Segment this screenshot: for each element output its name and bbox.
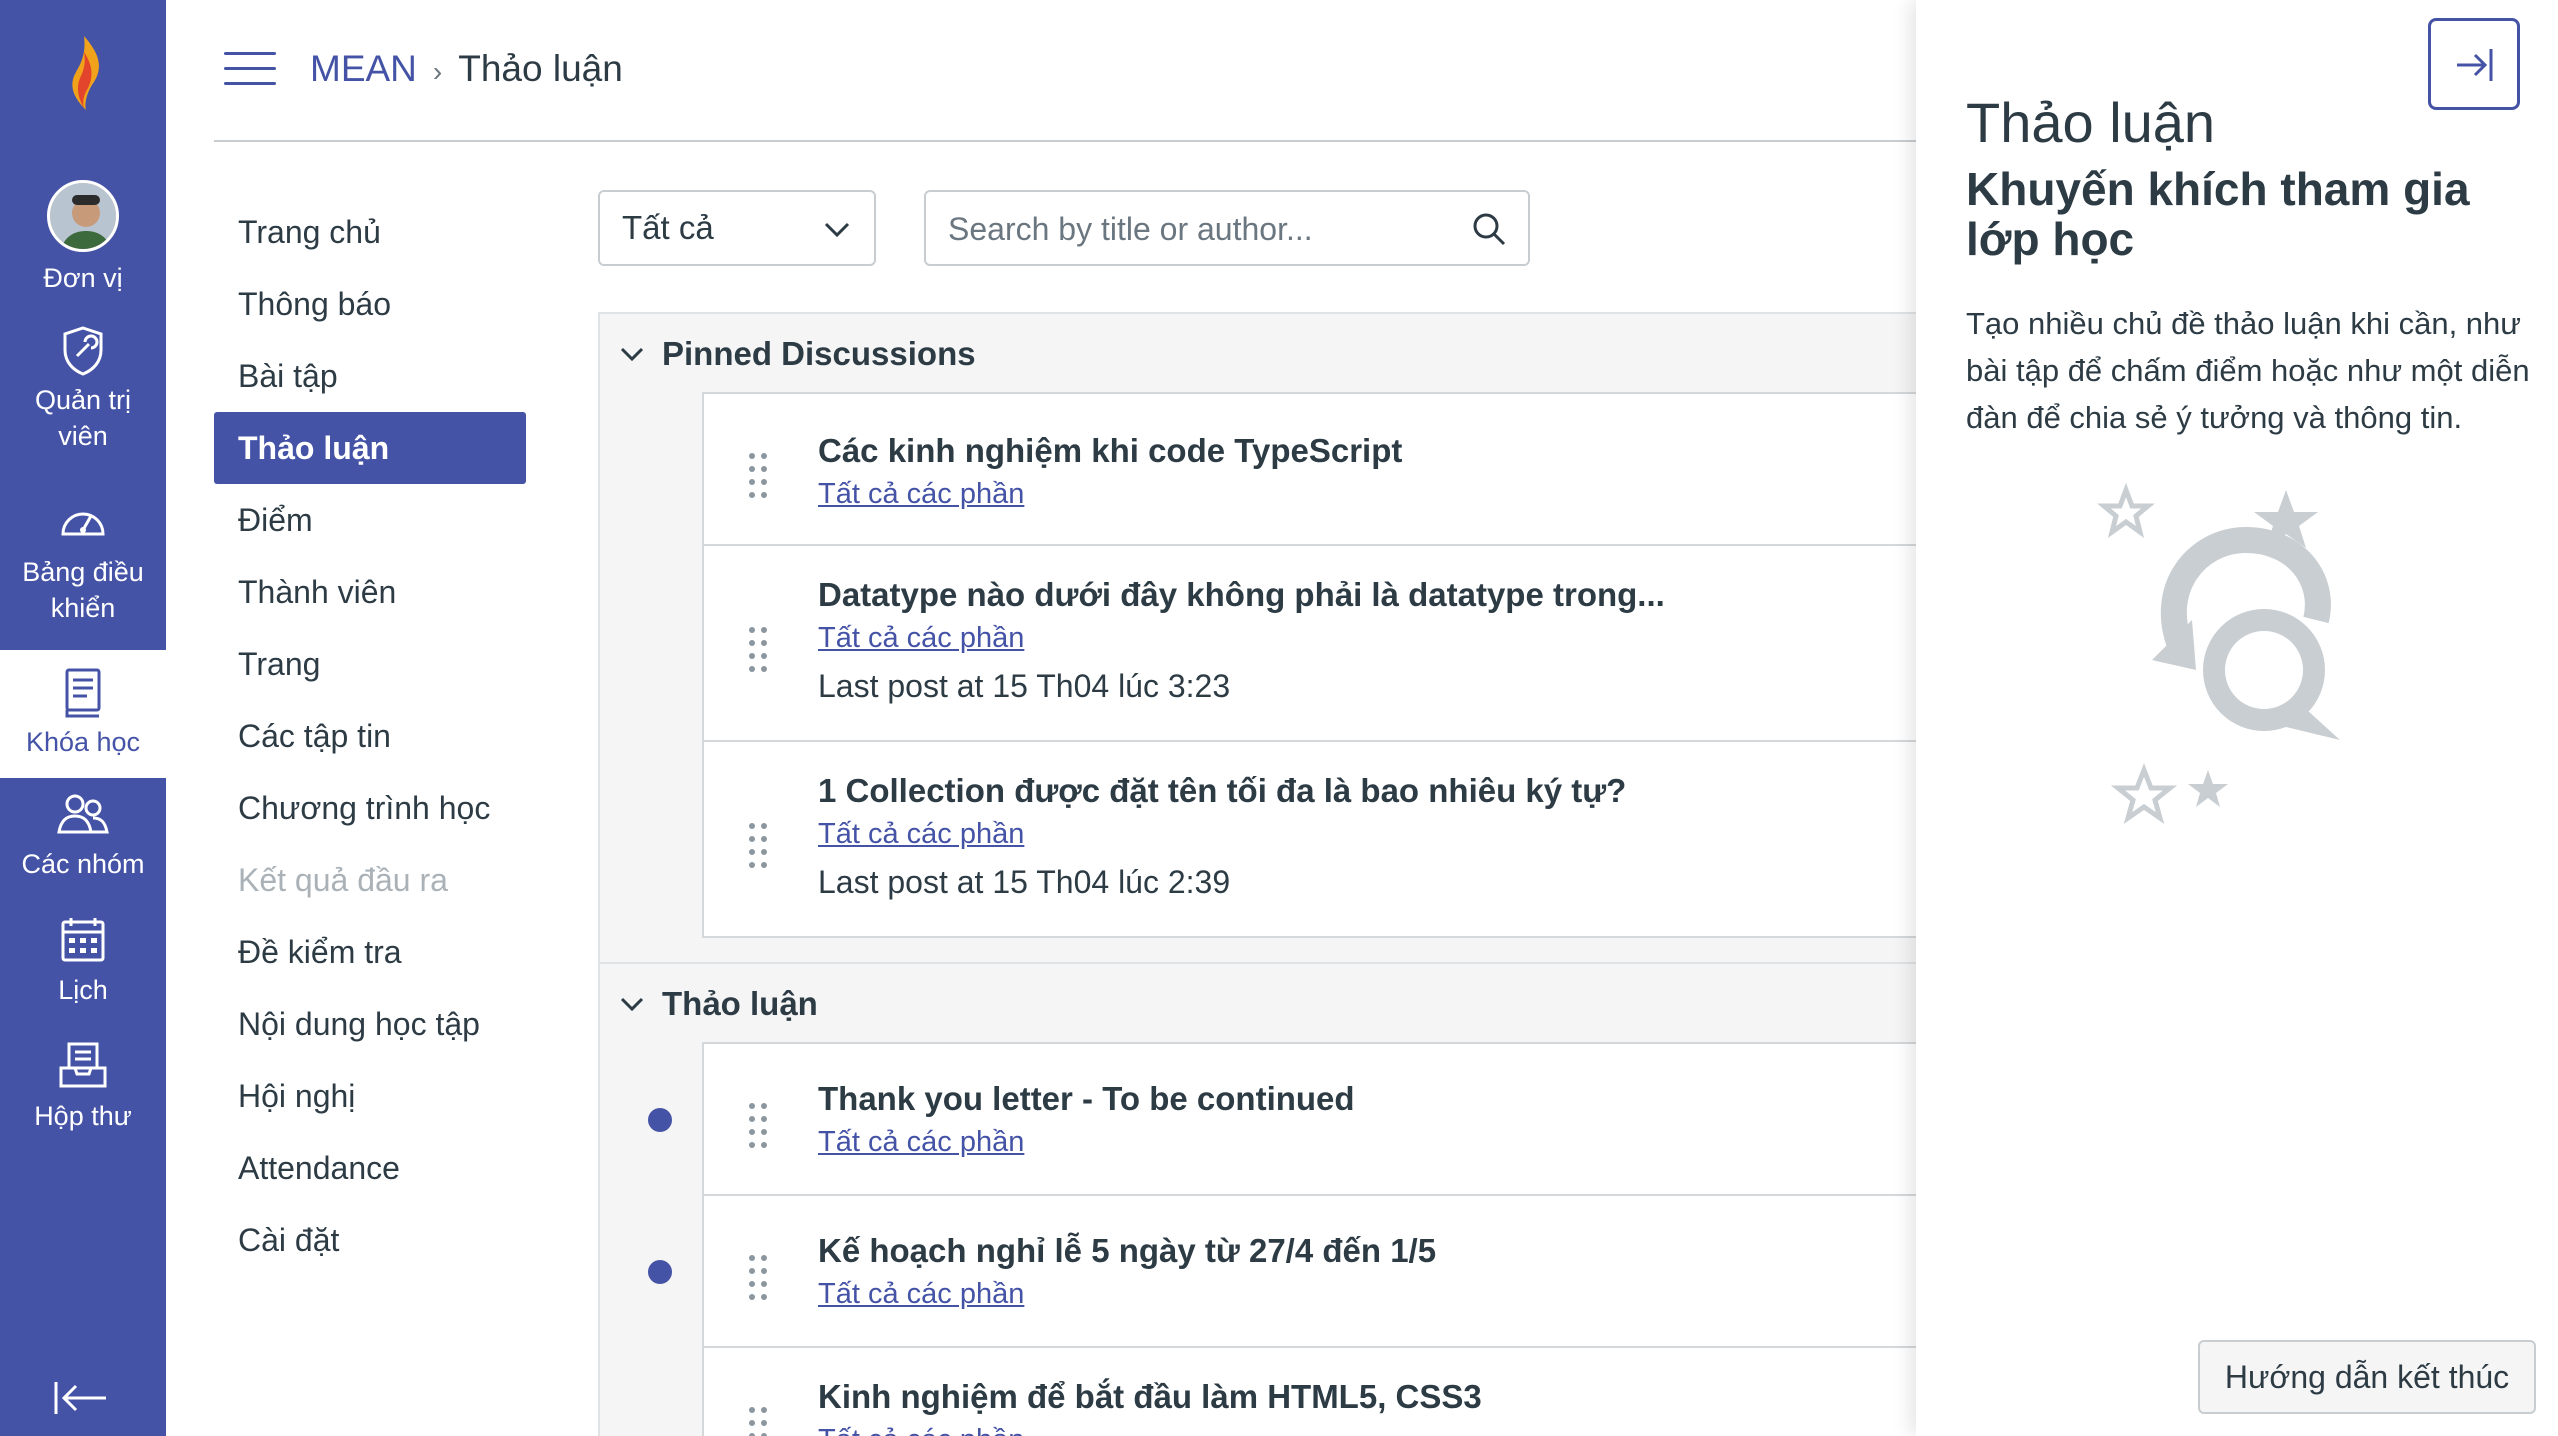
discussion-sections-link[interactable]: Tất cả các phần xyxy=(818,1126,1024,1159)
hamburger-menu-icon[interactable] xyxy=(224,52,276,88)
discussion-row[interactable]: 1 Collection được đặt tên tối đa là bao … xyxy=(702,740,1916,938)
course-nav-settings[interactable]: Cài đặt xyxy=(214,1204,526,1276)
gnav-label: Các nhóm xyxy=(21,849,145,879)
calendar-icon xyxy=(61,918,105,962)
chevron-down-icon xyxy=(824,222,850,238)
avatar xyxy=(47,180,119,252)
gnav-dashboard[interactable]: Bảng điều khiển xyxy=(0,494,166,626)
collapse-right-icon xyxy=(2457,49,2493,81)
discussions-section-title: Thảo luận xyxy=(662,985,818,1022)
gnav-calendar[interactable]: Lịch xyxy=(0,912,166,1008)
course-nav-home[interactable]: Trang chủ xyxy=(214,196,526,268)
discussion-row[interactable]: Thank you letter - To be continued Tất c… xyxy=(648,1042,1916,1196)
discussion-sections-link[interactable]: Tất cả các phần xyxy=(818,622,1024,655)
gnav-label: Hộp thư xyxy=(34,1101,132,1131)
discussion-row[interactable]: Kinh nghiệm để bắt đầu làm HTML5, CSS3 T… xyxy=(702,1346,1916,1436)
search-input[interactable] xyxy=(948,208,1448,250)
inbox-icon xyxy=(59,1042,107,1088)
gnav-groups[interactable]: Các nhóm xyxy=(0,786,166,882)
breadcrumb: MEAN › Thảo luận xyxy=(310,44,623,97)
course-nav-pages[interactable]: Trang xyxy=(214,628,526,700)
course-nav: Trang chủ Thông báo Bài tập Thảo luận Đi… xyxy=(214,196,526,1276)
drag-handle-icon[interactable] xyxy=(746,1404,770,1436)
gnav-label: Lịch xyxy=(58,975,108,1005)
course-nav-attendance[interactable]: Attendance xyxy=(214,1132,526,1204)
gnav-account[interactable]: Đơn vị xyxy=(0,180,166,296)
gnav-label: Quản trị viên xyxy=(34,385,132,451)
search-box xyxy=(924,190,1530,266)
gnav-label: Đơn vị xyxy=(43,263,123,293)
gnav-label: Khóa học xyxy=(25,727,141,757)
gnav-courses[interactable]: Khóa học xyxy=(0,650,166,778)
discussion-title[interactable]: Kế hoạch nghỉ lễ 5 ngày từ 27/4 đến 1/5 xyxy=(818,1232,1436,1270)
discussion-row[interactable]: Kế hoạch nghỉ lễ 5 ngày từ 27/4 đến 1/5 … xyxy=(648,1194,1916,1348)
filter-select-value: Tất cả xyxy=(622,209,714,246)
discussion-last-post: Last post at 15 Th04 lúc 3:23 xyxy=(818,668,1231,704)
discussion-title[interactable]: Các kinh nghiệm khi code TypeScript xyxy=(818,432,1402,470)
course-nav-modules[interactable]: Nội dung học tập xyxy=(214,988,526,1060)
course-nav-outcomes: Kết quả đầu ra xyxy=(238,862,448,898)
discussion-title[interactable]: Datatype nào dưới đây không phải là data… xyxy=(818,576,1665,614)
pinned-section-header[interactable]: Pinned Discussions xyxy=(600,314,1916,394)
unread-indicator xyxy=(648,1260,672,1284)
course-nav-quizzes[interactable]: Đề kiểm tra xyxy=(214,916,526,988)
collapse-nav-icon[interactable] xyxy=(50,1378,110,1418)
tray-title: Thảo luận xyxy=(1966,91,2216,154)
course-nav-people[interactable]: Thành viên xyxy=(214,556,526,628)
admin-shield-icon xyxy=(63,326,103,376)
canvas-logo-icon[interactable] xyxy=(54,32,114,112)
discussions-section: Thảo luận Thank you letter - To be conti… xyxy=(598,962,1916,1436)
breadcrumb-course-link[interactable]: MEAN xyxy=(310,48,417,89)
drag-handle-icon[interactable] xyxy=(746,450,770,500)
discussion-last-post: Last post at 15 Th04 lúc 2:39 xyxy=(818,864,1231,900)
gnav-inbox[interactable]: Hộp thư xyxy=(0,1038,166,1134)
course-nav-syllabus[interactable]: Chương trình học xyxy=(214,772,526,844)
chevron-down-icon xyxy=(620,347,644,362)
drag-handle-icon[interactable] xyxy=(746,820,770,870)
discussion-sections-link[interactable]: Tất cả các phần xyxy=(818,1278,1024,1311)
breadcrumb-current: Thảo luận xyxy=(458,48,623,89)
page-header: MEAN › Thảo luận xyxy=(214,0,1916,142)
course-nav-announcements[interactable]: Thông báo xyxy=(214,268,526,340)
course-nav-files[interactable]: Các tập tin xyxy=(214,700,526,772)
tray-description: Tạo nhiều chủ đề thảo luận khi cần, như … xyxy=(1966,306,2530,435)
end-tutorial-button[interactable]: Hướng dẫn kết thúc xyxy=(2198,1340,2536,1414)
course-nav-grades[interactable]: Điểm xyxy=(214,484,526,556)
drag-handle-icon[interactable] xyxy=(746,624,770,674)
discussion-sections-link[interactable]: Tất cả các phần xyxy=(818,478,1024,511)
courses-book-icon xyxy=(65,668,101,718)
discussion-title[interactable]: Thank you letter - To be continued xyxy=(818,1080,1355,1118)
breadcrumb-chevron-icon: › xyxy=(432,56,443,87)
discussions-section-header[interactable]: Thảo luận xyxy=(600,964,1916,1044)
tray-subtitle: Khuyến khích tham gia lớp học xyxy=(1966,163,2470,265)
drag-handle-icon[interactable] xyxy=(746,1252,770,1302)
gnav-label: Bảng điều khiển xyxy=(22,557,144,623)
discussion-illustration-icon xyxy=(2097,482,2340,824)
chevron-down-icon xyxy=(620,997,644,1012)
gnav-admin[interactable]: Quản trị viên xyxy=(0,322,166,454)
discussion-title[interactable]: Kinh nghiệm để bắt đầu làm HTML5, CSS3 xyxy=(818,1378,1482,1416)
discussion-title[interactable]: 1 Collection được đặt tên tối đa là bao … xyxy=(818,772,1626,810)
dashboard-icon xyxy=(61,512,105,536)
discussion-sections-link[interactable]: Tất cả các phần xyxy=(818,818,1024,851)
pinned-section-title: Pinned Discussions xyxy=(662,335,976,372)
tutorial-tray: Thảo luận Khuyến khích tham gia lớp học … xyxy=(1916,0,2558,1436)
discussion-row[interactable]: Datatype nào dưới đây không phải là data… xyxy=(702,544,1916,742)
groups-icon xyxy=(57,794,109,834)
discussion-row[interactable]: Các kinh nghiệm khi code TypeScript Tất … xyxy=(702,392,1916,546)
course-nav-assignments[interactable]: Bài tập xyxy=(214,340,526,412)
search-icon[interactable] xyxy=(1470,210,1508,248)
global-nav: Đơn vị Quản trị viên Bảng điều khiển Khó… xyxy=(0,0,166,1436)
discussion-filter-select[interactable]: Tất cả xyxy=(598,190,876,266)
course-nav-discussions[interactable]: Thảo luận xyxy=(214,412,526,484)
drag-handle-icon[interactable] xyxy=(746,1100,770,1150)
course-nav-conferences[interactable]: Hội nghị xyxy=(214,1060,526,1132)
unread-indicator xyxy=(648,1108,672,1132)
pinned-discussions-section: Pinned Discussions Các kinh nghiệm khi c… xyxy=(598,312,1916,964)
discussion-sections-link[interactable]: Tất cả các phần xyxy=(818,1424,1024,1436)
close-tray-button[interactable] xyxy=(2428,18,2520,110)
